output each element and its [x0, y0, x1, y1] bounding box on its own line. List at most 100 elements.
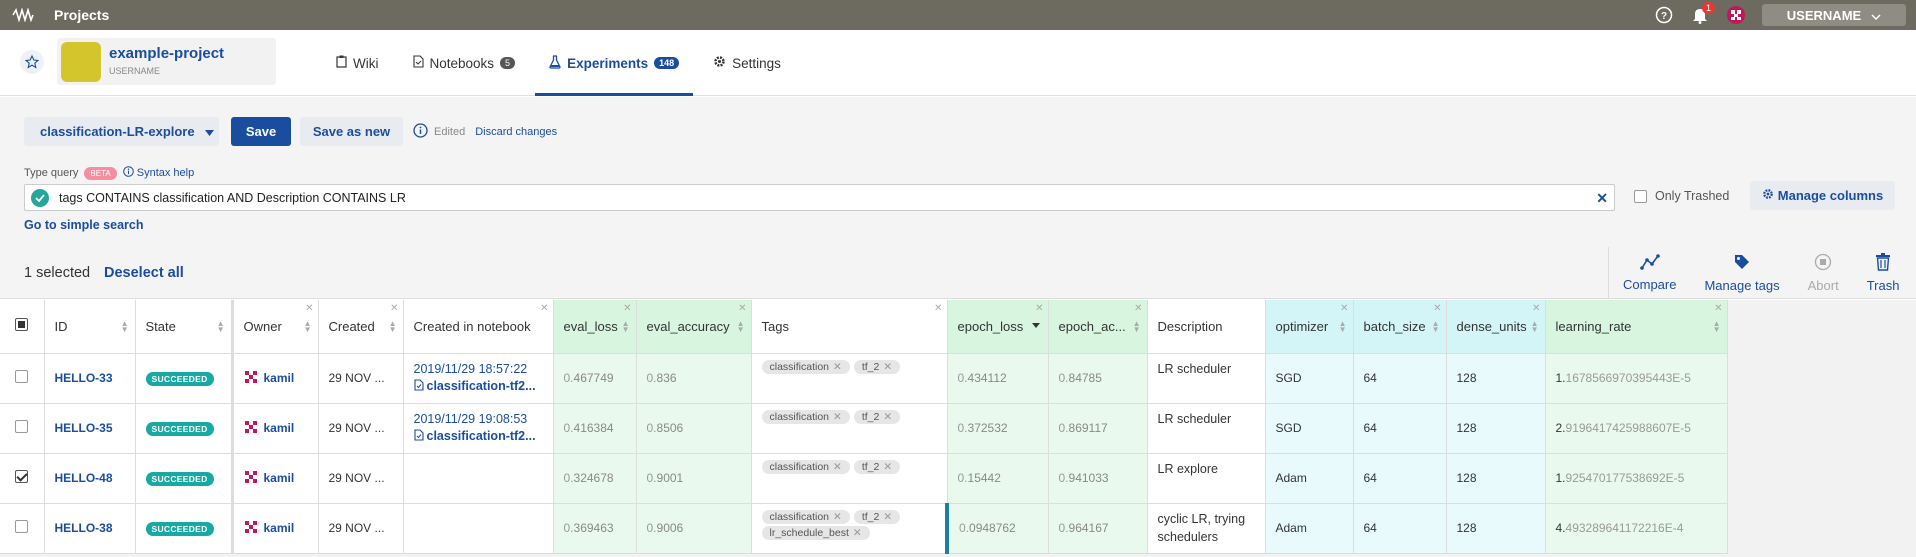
user-menu-button[interactable]: USERNAME: [1762, 4, 1906, 26]
table-row[interactable]: HELLO-48 SUCCEEDED kamil 29 NOV ... 0.324678…: [0, 453, 1728, 504]
query-input[interactable]: tags CONTAINS classification AND Descrip…: [24, 184, 1615, 211]
id-cell[interactable]: HELLO-38: [44, 503, 136, 554]
tag-chip[interactable]: classification ✕: [761, 459, 850, 474]
tags-cell[interactable]: classification ✕ tf_2 ✕: [751, 403, 948, 454]
tags-cell[interactable]: classification ✕ tf_2 ✕: [751, 353, 948, 404]
project-card[interactable]: example-project USERNAME: [57, 38, 276, 85]
discard-changes-link[interactable]: Discard changes: [475, 126, 557, 138]
table-row[interactable]: HELLO-33 SUCCEEDED kamil 29 NOV ... 2019/11/…: [0, 353, 1728, 404]
project-name[interactable]: example-project: [109, 45, 224, 62]
remove-tag-icon[interactable]: ✕: [833, 361, 842, 373]
experiment-id-link[interactable]: HELLO-48: [55, 471, 113, 485]
column-header-created[interactable]: Created ✕ ▲ ▼: [318, 300, 404, 354]
deselect-all-link[interactable]: Deselect all: [104, 265, 184, 281]
row-select-cell[interactable]: [0, 503, 45, 554]
column-header-owner[interactable]: Owner ✕ ▲ ▼: [232, 300, 319, 354]
clear-icon[interactable]: ✕: [1596, 190, 1608, 207]
only-trashed-checkbox[interactable]: [1634, 189, 1647, 203]
row-checkbox[interactable]: [15, 470, 29, 483]
logo-icon[interactable]: [12, 5, 36, 25]
select-all-cell[interactable]: [0, 300, 45, 354]
avatar-icon[interactable]: [1726, 5, 1746, 25]
view-selector[interactable]: classification-LR-explore: [24, 117, 219, 146]
column-header-eval-accuracy[interactable]: eval_accuracy ✕ ▲ ▼: [636, 300, 752, 354]
id-cell[interactable]: HELLO-35: [44, 403, 136, 454]
remove-tag-icon[interactable]: ✕: [833, 461, 842, 473]
column-header-optimizer[interactable]: optimizer ✕ ▲ ▼: [1265, 300, 1354, 354]
owner-link[interactable]: kamil: [264, 371, 295, 385]
column-header-eval-loss[interactable]: eval_loss ✕ ▲ ▼: [553, 300, 637, 354]
help-icon[interactable]: ?: [1654, 5, 1674, 25]
trash-button[interactable]: Trash: [1853, 247, 1914, 299]
save-as-new-button[interactable]: Save as new: [300, 117, 403, 146]
tab-notebooks[interactable]: Notebooks 5: [399, 30, 530, 96]
owner-cell[interactable]: kamil: [232, 403, 319, 454]
only-trashed-toggle[interactable]: Only Trashed: [1634, 189, 1729, 203]
tag-chip[interactable]: tf_2 ✕: [853, 459, 901, 474]
notebook-checkpoint-link[interactable]: 2019/11/29 18:57:22: [414, 361, 553, 378]
column-header-state[interactable]: State ▲ ▼: [135, 300, 234, 354]
table-row[interactable]: HELLO-35 SUCCEEDED kamil 29 NOV ... 2019/11/…: [0, 403, 1728, 454]
notebook-file-link[interactable]: classification-tf2...: [413, 428, 553, 445]
experiment-id-link[interactable]: HELLO-33: [55, 371, 113, 385]
compare-button[interactable]: Compare: [1609, 247, 1690, 299]
row-checkbox[interactable]: [15, 370, 29, 383]
abort-button[interactable]: Abort: [1794, 247, 1853, 299]
column-header-id[interactable]: ID ▲ ▼: [44, 300, 136, 354]
tags-cell[interactable]: classification ✕ tf_2 ✕lr_schedule_best ✕: [751, 503, 949, 554]
remove-tag-icon[interactable]: ✕: [833, 511, 842, 523]
owner-cell[interactable]: kamil: [232, 353, 319, 404]
remove-tag-icon[interactable]: ✕: [833, 411, 842, 423]
tag-chip[interactable]: classification ✕: [761, 509, 850, 524]
tag-chip[interactable]: lr_schedule_best ✕: [761, 525, 870, 540]
row-select-cell[interactable]: [0, 403, 45, 454]
experiment-id-link[interactable]: HELLO-35: [55, 421, 113, 435]
tag-chip[interactable]: tf_2 ✕: [853, 409, 901, 424]
row-checkbox[interactable]: [15, 420, 29, 433]
column-header-description[interactable]: Description: [1147, 300, 1266, 354]
remove-tag-icon[interactable]: ✕: [883, 361, 892, 373]
id-cell[interactable]: HELLO-33: [44, 353, 136, 404]
manage-columns-button[interactable]: Manage columns: [1750, 181, 1895, 210]
bell-icon[interactable]: 1: [1690, 2, 1715, 25]
tag-chip[interactable]: tf_2 ✕: [853, 359, 901, 374]
column-header-created-in-notebook[interactable]: Created in notebook ✕: [403, 300, 554, 354]
star-icon[interactable]: [20, 50, 44, 74]
row-select-cell[interactable]: [0, 453, 45, 504]
column-header-batch-size[interactable]: batch_size ✕ ▲ ▼: [1353, 300, 1447, 354]
column-header-tags[interactable]: Tags ✕: [751, 300, 948, 354]
row-checkbox[interactable]: [15, 520, 29, 533]
column-header-learning-rate[interactable]: learning_rate ✕ ▲ ▼: [1545, 300, 1728, 354]
column-header-epoch-accuracy[interactable]: epoch_ac... ✕ ▲ ▼: [1048, 300, 1148, 354]
tag-chip[interactable]: classification ✕: [761, 359, 850, 374]
manage-tags-button[interactable]: Manage tags: [1690, 247, 1793, 299]
table-row[interactable]: HELLO-38 SUCCEEDED kamil 29 NOV ... 0.369463…: [0, 503, 1728, 554]
select-all-checkbox[interactable]: [15, 318, 29, 332]
app-title[interactable]: Projects: [54, 7, 109, 23]
column-header-epoch-loss[interactable]: epoch_loss ✕: [947, 300, 1049, 354]
row-select-cell[interactable]: [0, 353, 45, 404]
experiment-id-link[interactable]: HELLO-38: [55, 521, 113, 535]
go-to-simple-search-link[interactable]: Go to simple search: [24, 218, 143, 232]
remove-tag-icon[interactable]: ✕: [883, 511, 892, 523]
tab-settings[interactable]: Settings: [699, 30, 795, 96]
remove-tag-icon[interactable]: ✕: [853, 527, 862, 539]
tags-cell[interactable]: classification ✕ tf_2 ✕: [751, 453, 948, 504]
remove-tag-icon[interactable]: ✕: [883, 461, 892, 473]
notebook-checkpoint-link[interactable]: 2019/11/29 19:08:53: [414, 411, 553, 428]
tab-wiki[interactable]: Wiki: [322, 30, 393, 96]
save-button[interactable]: Save: [231, 117, 291, 146]
tag-chip[interactable]: classification ✕: [761, 409, 850, 424]
tab-experiments[interactable]: Experiments 148: [535, 30, 694, 96]
column-header-dense-units[interactable]: dense_units ✕ ▲ ▼: [1446, 300, 1546, 354]
syntax-help-link[interactable]: Syntax help: [122, 166, 194, 180]
remove-tag-icon[interactable]: ✕: [883, 411, 892, 423]
tag-chip[interactable]: tf_2 ✕: [853, 509, 901, 524]
id-cell[interactable]: HELLO-48: [44, 453, 136, 504]
owner-cell[interactable]: kamil: [232, 453, 319, 504]
notebook-file-link[interactable]: classification-tf2...: [413, 378, 553, 395]
owner-link[interactable]: kamil: [264, 521, 295, 535]
owner-cell[interactable]: kamil: [232, 503, 319, 554]
owner-link[interactable]: kamil: [264, 471, 295, 485]
owner-link[interactable]: kamil: [264, 421, 295, 435]
